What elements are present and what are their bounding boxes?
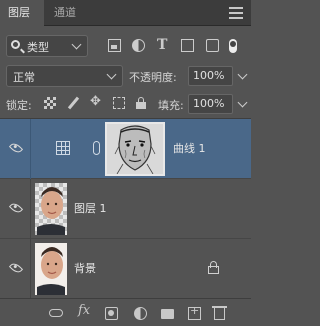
- opacity-label: 不透明度:: [129, 71, 177, 84]
- layer-thumbnail[interactable]: [35, 243, 67, 295]
- chevron-down-icon[interactable]: [237, 97, 248, 108]
- add-mask-icon[interactable]: [105, 307, 118, 320]
- filter-toggle-switch[interactable]: [229, 39, 237, 53]
- tab-layers[interactable]: 图层: [0, 0, 44, 26]
- visibility-eye-icon[interactable]: [8, 260, 24, 276]
- new-layer-icon[interactable]: [188, 304, 201, 320]
- chevron-down-icon: [106, 69, 117, 80]
- lock-icon[interactable]: [208, 261, 220, 274]
- mask-link-chain-icon[interactable]: [93, 141, 100, 155]
- link-layers-icon[interactable]: [49, 309, 63, 317]
- fill-value: 100%: [193, 97, 225, 110]
- opacity-value: 100%: [193, 69, 225, 82]
- layers-bottom-toolbar: fx: [0, 298, 251, 326]
- lock-all-icon[interactable]: [135, 97, 147, 109]
- lock-row: 锁定: ✥ 填充: 100%: [0, 93, 251, 115]
- search-icon: [11, 40, 20, 49]
- curves-adjustment-icon[interactable]: [56, 141, 70, 155]
- fill-label: 填充:: [158, 99, 184, 112]
- tab-channels[interactable]: 通道: [46, 0, 84, 26]
- chevron-down-icon[interactable]: [237, 69, 248, 80]
- panel-tab-bar: 图层 通道: [0, 0, 251, 26]
- layer-name[interactable]: 图层 1: [74, 200, 107, 216]
- filter-kind-select[interactable]: 类型: [6, 35, 88, 57]
- chevron-down-icon: [71, 39, 82, 50]
- new-group-icon[interactable]: [161, 309, 174, 319]
- adjustment-layer-icon[interactable]: [134, 307, 147, 320]
- portrait-thumbnail: [35, 243, 67, 295]
- blend-mode-select[interactable]: 正常: [6, 65, 123, 87]
- lock-transparent-pixels-icon[interactable]: [44, 97, 56, 109]
- layer-row-background[interactable]: 背景: [0, 239, 251, 299]
- filter-shape-layers-icon[interactable]: [181, 39, 194, 52]
- layer-row-layer1[interactable]: 图层 1: [0, 179, 251, 239]
- fill-field[interactable]: 100%: [188, 94, 248, 114]
- mask-face-sketch: [107, 124, 163, 174]
- visibility-eye-icon[interactable]: [8, 140, 24, 156]
- lock-label: 锁定:: [6, 99, 32, 112]
- filter-type-layers-icon[interactable]: T: [157, 37, 167, 53]
- layer-name[interactable]: 背景: [74, 260, 96, 276]
- lock-position-icon[interactable]: ✥: [90, 94, 101, 109]
- filter-row: 类型 T: [0, 35, 251, 61]
- opacity-field[interactable]: 100%: [188, 66, 248, 86]
- fx-icon[interactable]: fx: [78, 303, 90, 318]
- lock-artboard-icon[interactable]: [113, 97, 125, 109]
- blend-mode-value: 正常: [13, 71, 35, 84]
- layer-thumbnail[interactable]: [35, 183, 67, 235]
- layer-row-curves[interactable]: 曲线 1: [0, 119, 251, 179]
- layers-list: 曲线 1 图层 1 背景: [0, 118, 251, 299]
- layer-name[interactable]: 曲线 1: [173, 140, 206, 156]
- filter-smart-objects-icon[interactable]: [206, 39, 219, 52]
- layer-mask-thumbnail[interactable]: [105, 122, 165, 176]
- lock-image-pixels-icon[interactable]: [67, 97, 79, 109]
- filter-pixel-layers-icon[interactable]: [108, 39, 121, 52]
- delete-layer-icon[interactable]: [212, 306, 227, 320]
- filter-kind-label: 类型: [27, 41, 49, 54]
- panel-menu-icon[interactable]: [229, 7, 243, 19]
- blend-row: 正常 不透明度: 100%: [0, 65, 251, 89]
- portrait-thumbnail: [37, 187, 65, 235]
- visibility-eye-icon[interactable]: [8, 200, 24, 216]
- filter-adjustment-layers-icon[interactable]: [132, 39, 145, 52]
